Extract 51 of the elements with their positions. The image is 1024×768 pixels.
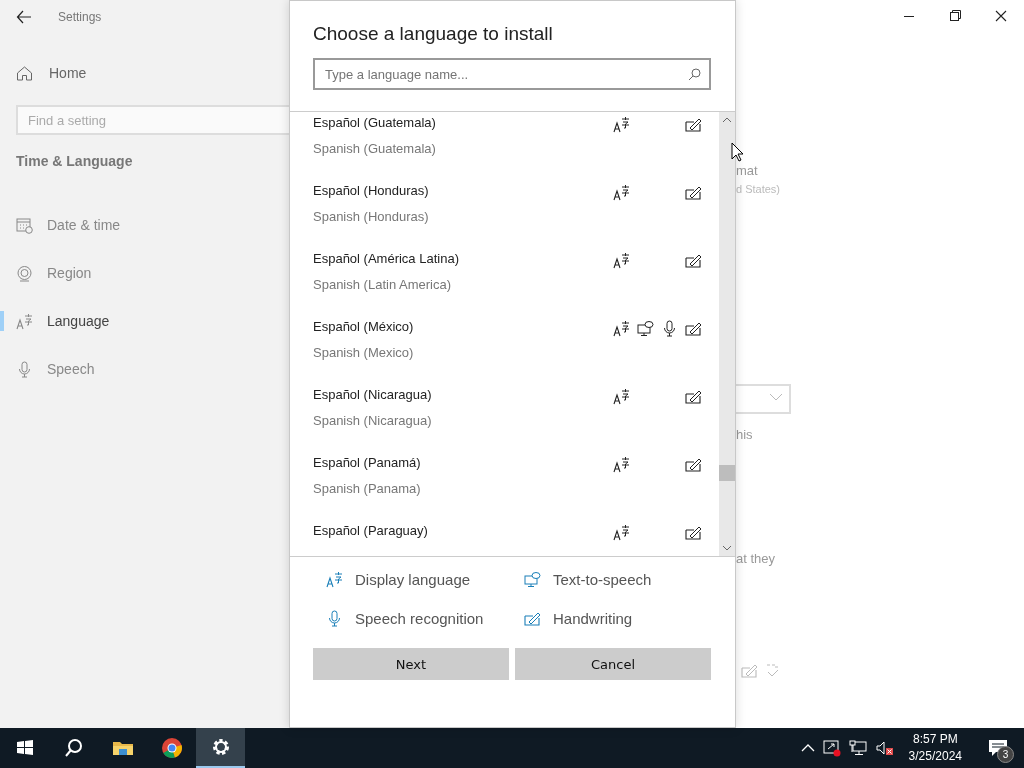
back-arrow-icon[interactable] xyxy=(16,8,32,25)
language-icon xyxy=(326,571,343,588)
home-icon xyxy=(16,64,33,82)
body-text: his xyxy=(736,427,753,442)
legend-label: Speech recognition xyxy=(355,610,484,627)
home-link[interactable]: Home xyxy=(16,55,289,91)
language-option[interactable]: Español (Honduras) Spanish (Honduras) xyxy=(290,180,719,248)
search-icon xyxy=(688,68,701,81)
language-option[interactable]: Español (Nicaragua) Spanish (Nicaragua) xyxy=(290,384,719,452)
scroll-down-icon[interactable] xyxy=(722,544,732,552)
cancel-button[interactable]: Cancel xyxy=(515,648,711,680)
next-button[interactable]: Next xyxy=(313,648,509,680)
language-option[interactable]: Español (Panamá) Spanish (Panama) xyxy=(290,452,719,520)
nav-item[interactable]: Language xyxy=(0,297,289,345)
body-text: d States) xyxy=(736,183,781,195)
speaker-muted-icon[interactable] xyxy=(874,740,893,756)
body-text: mat xyxy=(736,163,758,178)
scrollbar[interactable] xyxy=(719,112,735,556)
legend-label: Text-to-speech xyxy=(553,571,652,588)
chevron-down-icon xyxy=(769,393,783,401)
globe-icon xyxy=(16,264,33,282)
pen-tablet-icon xyxy=(524,610,541,627)
window-title: Settings xyxy=(58,9,102,24)
clock[interactable]: 8:57 PM 3/25/2024 xyxy=(908,731,962,765)
legend-label: Display language xyxy=(355,571,471,588)
scroll-thumb[interactable] xyxy=(719,465,735,481)
date-text: 3/25/2024 xyxy=(908,748,962,765)
microphone-icon xyxy=(326,610,343,627)
spellcheck-icon xyxy=(764,662,781,679)
language-option[interactable]: Español (América Latina) Spanish (Latin America) xyxy=(290,248,719,316)
calendar-clock-icon xyxy=(16,216,33,234)
dialog-title: Choose a language to install xyxy=(313,23,554,45)
browser-icon[interactable] xyxy=(160,737,183,759)
sync-alert-icon[interactable] xyxy=(822,739,841,757)
body-text: at they xyxy=(736,551,776,566)
legend-label: Handwriting xyxy=(553,610,633,627)
pen-tablet-icon xyxy=(741,662,758,679)
time-text: 8:57 PM xyxy=(912,731,958,748)
taskbar-button[interactable] xyxy=(196,728,245,768)
scroll-up-icon[interactable] xyxy=(722,116,732,124)
search-icon[interactable] xyxy=(62,737,85,759)
language-option[interactable]: Español (Paraguay) xyxy=(290,520,719,556)
search-field[interactable]: Type a language name... xyxy=(313,58,711,90)
chevron-up-icon[interactable] xyxy=(800,743,815,753)
speech-bubble-monitor-icon xyxy=(524,571,541,588)
section-heading: Time & Language xyxy=(16,153,134,169)
language-icon xyxy=(16,312,33,330)
language-option[interactable]: Español (México) Spanish (Mexico) xyxy=(290,316,719,384)
microphone-icon xyxy=(16,360,33,378)
network-icon[interactable] xyxy=(848,740,867,756)
count-badge: 3 xyxy=(997,746,1014,763)
